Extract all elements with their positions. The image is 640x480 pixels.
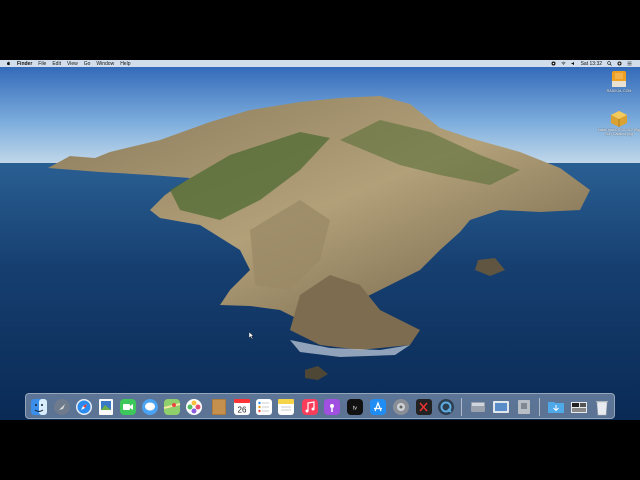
photo-library-icon[interactable] bbox=[492, 398, 510, 416]
menu-item-go[interactable]: Go bbox=[84, 61, 91, 67]
dock-separator bbox=[539, 398, 540, 416]
screenshot-stack-icon[interactable] bbox=[570, 398, 588, 416]
volume-icon[interactable] bbox=[571, 61, 576, 66]
menu-item-view[interactable]: View bbox=[67, 61, 78, 67]
facetime-icon[interactable] bbox=[119, 398, 137, 416]
package-icon bbox=[611, 111, 627, 127]
notes-book-icon[interactable] bbox=[210, 398, 228, 416]
quicktime-icon[interactable] bbox=[437, 398, 455, 416]
launchpad-icon[interactable] bbox=[53, 398, 71, 416]
desktop: Finder File Edit View Go Window Help Sat… bbox=[0, 60, 640, 420]
menu-item-edit[interactable]: Edit bbox=[52, 61, 61, 67]
photos-icon[interactable] bbox=[185, 398, 203, 416]
app-store-icon[interactable] bbox=[369, 398, 387, 416]
archive-utility-icon[interactable] bbox=[515, 398, 533, 416]
menu-item-finder[interactable]: Finder bbox=[17, 61, 32, 67]
dock-separator bbox=[461, 398, 462, 416]
desktop-item-radikal[interactable]: RADIKAL.COM bbox=[597, 69, 640, 93]
svg-text:tv: tv bbox=[353, 406, 357, 412]
system-preferences-icon[interactable] bbox=[392, 398, 410, 416]
mouse-cursor bbox=[248, 326, 255, 344]
dock: 26 tv bbox=[25, 393, 615, 419]
menu-item-file[interactable]: File bbox=[38, 61, 46, 67]
wifi-icon[interactable] bbox=[560, 61, 566, 66]
trash-icon[interactable] bbox=[593, 398, 611, 416]
control-center-icon[interactable] bbox=[617, 61, 622, 66]
screen-record-icon[interactable] bbox=[551, 61, 556, 66]
menu-list-icon[interactable] bbox=[627, 61, 632, 66]
preview-icon[interactable] bbox=[97, 398, 115, 416]
desktop-item-label: Install macOS 10.15.2 (Big Sur) Catalina… bbox=[597, 128, 640, 136]
disk-utility-icon[interactable] bbox=[469, 398, 487, 416]
catalina-wallpaper bbox=[0, 60, 640, 420]
apple-icon[interactable] bbox=[6, 61, 11, 66]
search-icon[interactable] bbox=[607, 61, 612, 66]
maps-icon[interactable] bbox=[163, 398, 181, 416]
radikal-app-icon bbox=[612, 71, 626, 87]
menu-bar: Finder File Edit View Go Window Help Sat… bbox=[0, 60, 640, 67]
desktop-item-label: RADIKAL.COM bbox=[606, 89, 632, 93]
reminders-icon[interactable] bbox=[255, 398, 273, 416]
music-icon[interactable] bbox=[301, 398, 319, 416]
clock[interactable]: Sat 13:32 bbox=[581, 61, 602, 67]
menu-item-help[interactable]: Help bbox=[120, 61, 130, 67]
desktop-item-installer[interactable]: Install macOS 10.15.2 (Big Sur) Catalina… bbox=[597, 110, 640, 136]
terminal-util-icon[interactable] bbox=[415, 398, 433, 416]
safari-icon[interactable] bbox=[75, 398, 93, 416]
podcasts-icon[interactable] bbox=[323, 398, 341, 416]
apple-tv-icon[interactable]: tv bbox=[346, 398, 364, 416]
menu-item-window[interactable]: Window bbox=[96, 61, 114, 67]
finder-icon[interactable] bbox=[30, 398, 48, 416]
downloads-folder-icon[interactable] bbox=[547, 398, 565, 416]
messages-icon[interactable] bbox=[141, 398, 159, 416]
calendar-date: 26 bbox=[238, 406, 247, 415]
notes-icon[interactable] bbox=[277, 398, 295, 416]
calendar-icon[interactable]: 26 bbox=[233, 398, 251, 416]
